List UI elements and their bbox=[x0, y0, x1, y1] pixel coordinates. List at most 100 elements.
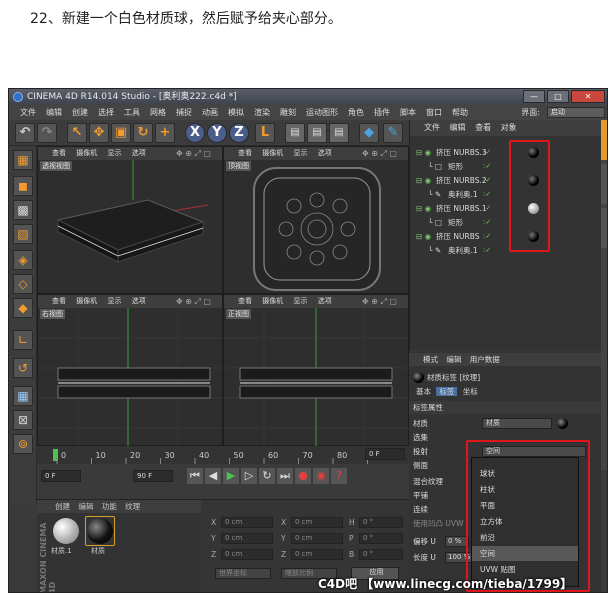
vp-menu-camera[interactable]: 摄像机 bbox=[76, 297, 97, 305]
model-mode-icon[interactable]: ◼ bbox=[13, 176, 33, 196]
position-x-field[interactable]: 0 cm bbox=[221, 517, 273, 528]
menu-window[interactable]: 窗口 bbox=[421, 105, 447, 120]
mm-menu-function[interactable]: 功能 bbox=[102, 502, 117, 511]
vp-menu-view[interactable]: 查看 bbox=[238, 297, 252, 305]
play-icon[interactable]: ▶ bbox=[223, 468, 239, 484]
menu-tools[interactable]: 工具 bbox=[119, 105, 145, 120]
world-select[interactable]: 世界坐标 bbox=[215, 568, 271, 579]
material-name[interactable]: 材质.1 bbox=[51, 546, 72, 556]
perspective-viewport[interactable]: 查看 摄像机 显示 选项 ✥ ⊕ ⤢ ▢ 透视视图 bbox=[37, 146, 223, 294]
side-tab-structure[interactable] bbox=[601, 208, 607, 248]
visibility-check-icon[interactable]: :✓ bbox=[483, 174, 491, 187]
y-axis-lock-icon[interactable]: Y bbox=[207, 123, 227, 143]
live-select-icon[interactable]: ↖ bbox=[67, 123, 87, 143]
texture-mode-icon[interactable]: ▩ bbox=[13, 200, 33, 220]
menu-plugins[interactable]: 插件 bbox=[369, 105, 395, 120]
rotation-p-field[interactable]: 0 ° bbox=[359, 533, 403, 544]
menu-select[interactable]: 选择 bbox=[93, 105, 119, 120]
om-menu-file[interactable]: 文件 bbox=[424, 123, 440, 132]
coordinate-system-icon[interactable]: L bbox=[255, 123, 275, 143]
vp-menu-view[interactable]: 查看 bbox=[52, 149, 66, 157]
record-icon[interactable]: ● bbox=[295, 468, 311, 484]
edges-mode-icon[interactable]: ◇ bbox=[13, 274, 33, 294]
pen-spline-icon[interactable]: ✎ bbox=[383, 123, 403, 143]
menu-file[interactable]: 文件 bbox=[15, 105, 41, 120]
side-tab-content-browser[interactable] bbox=[601, 164, 607, 204]
redo-icon[interactable]: ↷ bbox=[37, 123, 57, 143]
rotate-icon[interactable]: ↻ bbox=[133, 123, 153, 143]
frame-readout[interactable]: 0 F bbox=[365, 448, 405, 460]
viewport-nav-icons[interactable]: ✥ ⊕ ⤢ ▢ bbox=[176, 147, 211, 160]
z-axis-lock-icon[interactable]: Z bbox=[229, 123, 249, 143]
menu-help[interactable]: 帮助 bbox=[447, 105, 473, 120]
loop-icon[interactable]: ↻ bbox=[259, 468, 275, 484]
cube-object-icon[interactable]: ◆ bbox=[359, 123, 379, 143]
rotation-b-field[interactable]: 0 ° bbox=[359, 549, 403, 560]
move-icon[interactable]: ✥ bbox=[89, 123, 109, 143]
menu-character[interactable]: 角色 bbox=[343, 105, 369, 120]
visibility-check-icon[interactable]: :✓ bbox=[483, 202, 491, 215]
lock-workplane-icon[interactable]: ⊠ bbox=[13, 410, 33, 430]
vp-menu-view[interactable]: 查看 bbox=[238, 149, 252, 157]
menu-snap[interactable]: 捕捉 bbox=[171, 105, 197, 120]
visibility-check-icon[interactable]: :✓ bbox=[483, 216, 491, 229]
tab-tag[interactable]: 标签 bbox=[436, 387, 458, 396]
x-axis-lock-icon[interactable]: X bbox=[185, 123, 205, 143]
am-menu-mode[interactable]: 模式 bbox=[423, 355, 438, 364]
vp-menu-camera[interactable]: 摄像机 bbox=[262, 297, 283, 305]
undo-icon[interactable]: ↶ bbox=[15, 123, 35, 143]
size-x-field[interactable]: 0 cm bbox=[291, 517, 343, 528]
timeline-ruler[interactable]: 0102030405060708090 bbox=[37, 446, 409, 464]
material-link-field[interactable]: 材质 bbox=[482, 418, 552, 429]
viewport-nav-icons[interactable]: ✥ ⊕ ⤢ ▢ bbox=[362, 147, 397, 160]
viewport-nav-icons[interactable]: ✥ ⊕ ⤢ ▢ bbox=[176, 295, 211, 308]
size-y-field[interactable]: 0 cm bbox=[291, 533, 343, 544]
keyframe-selection-icon[interactable]: ? bbox=[331, 468, 347, 484]
minimize-button[interactable]: — bbox=[523, 90, 545, 103]
prev-key-icon[interactable]: ◀ bbox=[205, 468, 221, 484]
menu-render[interactable]: 渲染 bbox=[249, 105, 275, 120]
vp-menu-display[interactable]: 显示 bbox=[293, 297, 307, 305]
vp-menu-options[interactable]: 选项 bbox=[318, 149, 332, 157]
menu-script[interactable]: 脚本 bbox=[395, 105, 421, 120]
menu-mograph[interactable]: 运动图形 bbox=[301, 105, 343, 120]
front-viewport[interactable]: 查看 摄像机 显示 选项 ✥ ⊕ ⤢ ▢ 正视图 bbox=[223, 294, 410, 447]
visibility-check-icon[interactable]: :✓ bbox=[483, 230, 491, 243]
scale-icon[interactable]: ▣ bbox=[111, 123, 131, 143]
side-tab-objects[interactable] bbox=[601, 120, 607, 160]
axis-mode-icon[interactable]: ∟ bbox=[13, 330, 33, 350]
position-y-field[interactable]: 0 cm bbox=[221, 533, 273, 544]
position-z-field[interactable]: 0 cm bbox=[221, 549, 273, 560]
mm-menu-edit[interactable]: 编辑 bbox=[78, 502, 93, 511]
polygons-mode-icon[interactable]: ◆ bbox=[13, 298, 33, 318]
menu-sculpt[interactable]: 雕刻 bbox=[275, 105, 301, 120]
next-key-icon[interactable]: ▷ bbox=[241, 468, 257, 484]
visibility-check-icon[interactable]: :✓ bbox=[483, 160, 491, 173]
close-button[interactable]: ✕ bbox=[571, 90, 605, 103]
autokey-icon[interactable]: ◉ bbox=[313, 468, 329, 484]
om-menu-objects[interactable]: 对象 bbox=[501, 123, 517, 132]
vp-menu-display[interactable]: 显示 bbox=[293, 149, 307, 157]
size-z-field[interactable]: 0 cm bbox=[291, 549, 343, 560]
workplane-icon[interactable]: ▧ bbox=[13, 224, 33, 244]
vp-menu-options[interactable]: 选项 bbox=[132, 297, 146, 305]
tweak-mode-icon[interactable]: ↺ bbox=[13, 358, 33, 378]
menu-create[interactable]: 创建 bbox=[67, 105, 93, 120]
make-editable-icon[interactable]: ▦ bbox=[13, 150, 33, 170]
current-frame-field[interactable]: 0 F bbox=[41, 470, 81, 482]
top-viewport[interactable]: 查看 摄像机 显示 选项 ✥ ⊕ ⤢ ▢ 顶视图 bbox=[223, 146, 409, 294]
layout-select[interactable]: 启动 bbox=[547, 107, 605, 118]
menu-edit[interactable]: 编辑 bbox=[41, 105, 67, 120]
goto-end-icon[interactable]: ⏭ bbox=[277, 468, 293, 484]
menu-mesh[interactable]: 网格 bbox=[145, 105, 171, 120]
points-mode-icon[interactable]: ◈ bbox=[13, 250, 33, 270]
right-viewport[interactable]: 查看 摄像机 显示 选项 ✥ ⊕ ⤢ ▢ 右视图 bbox=[37, 294, 224, 447]
material-swatch-black[interactable] bbox=[87, 518, 113, 544]
material-name[interactable]: 材质 bbox=[91, 546, 105, 556]
snap-icon[interactable]: ▦ bbox=[13, 386, 33, 406]
goto-start-icon[interactable]: ⏮ bbox=[187, 468, 203, 484]
vp-menu-camera[interactable]: 摄像机 bbox=[76, 149, 97, 157]
am-menu-userdata[interactable]: 用户数据 bbox=[470, 355, 500, 364]
om-menu-view[interactable]: 查看 bbox=[475, 123, 491, 132]
visibility-check-icon[interactable]: :✓ bbox=[483, 188, 491, 201]
